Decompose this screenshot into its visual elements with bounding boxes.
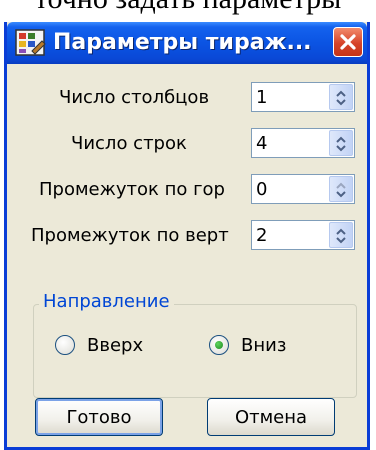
table-pattern-icon: [15, 28, 47, 58]
horizontal-gap-spinner[interactable]: [251, 174, 355, 204]
dialog-window: Параметры тираж... Число столбцов Число …: [4, 22, 370, 450]
horizontal-gap-spin-buttons[interactable]: [329, 176, 353, 202]
radio-down-label: Вниз: [241, 334, 287, 356]
direction-legend: Направление: [39, 289, 174, 315]
columns-spin-buttons[interactable]: [329, 84, 353, 110]
rows-label: Число строк: [71, 133, 187, 154]
columns-spinner[interactable]: [251, 82, 355, 112]
spin-up-down-icon: [336, 182, 346, 198]
close-button[interactable]: [333, 27, 363, 57]
columns-input[interactable]: [256, 85, 326, 109]
cancel-button[interactable]: Отмена: [207, 398, 335, 436]
title-bar[interactable]: Параметры тираж...: [7, 22, 367, 64]
rows-input[interactable]: [256, 131, 326, 155]
columns-label: Число столбцов: [59, 87, 210, 108]
spin-up-down-icon: [336, 136, 346, 152]
vertical-gap-spinner[interactable]: [251, 220, 355, 250]
radio-up-label: Вверх: [87, 334, 144, 356]
close-icon: [340, 34, 356, 50]
dialog-title: Параметры тираж...: [53, 30, 312, 55]
radio-down[interactable]: Вниз: [209, 330, 286, 360]
radio-up[interactable]: Вверх: [55, 330, 143, 360]
vertical-gap-label: Промежуток по верт: [31, 225, 229, 246]
rows-spin-buttons[interactable]: [329, 130, 353, 156]
spin-up-down-icon: [336, 90, 346, 106]
vertical-gap-input[interactable]: [256, 223, 326, 247]
ok-button[interactable]: Готово: [35, 398, 163, 436]
background-caption: точно задать параметры: [0, 0, 376, 16]
horizontal-gap-label: Промежуток по гор: [39, 179, 225, 200]
radio-button-icon: [55, 335, 75, 355]
radio-button-icon: [209, 335, 229, 355]
spin-up-down-icon: [336, 228, 346, 244]
vertical-gap-spin-buttons[interactable]: [329, 222, 353, 248]
rows-spinner[interactable]: [251, 128, 355, 158]
horizontal-gap-input[interactable]: [256, 177, 326, 201]
radio-selected-dot: [215, 341, 223, 349]
